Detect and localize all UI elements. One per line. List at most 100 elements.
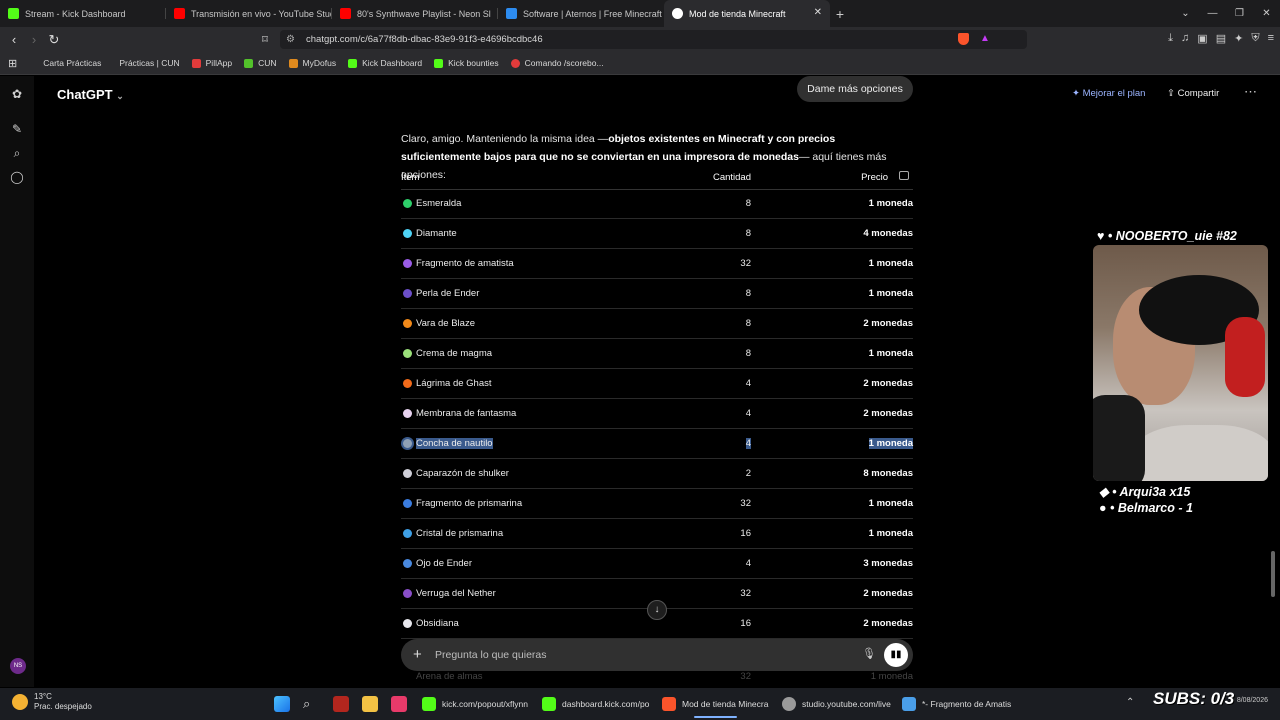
brave-shield-icon[interactable]	[958, 33, 969, 45]
table-row: Caparazón de shulker 2 8 monedas	[401, 459, 913, 489]
close-tab-icon[interactable]: ✕	[814, 7, 822, 18]
windows-start-icon[interactable]	[274, 696, 290, 712]
item-qty: 4	[745, 408, 751, 419]
item-icon	[403, 499, 412, 508]
bookmark-practicas-cun[interactable]: Prácticas | CUN	[119, 58, 179, 68]
bookmark-mydofus[interactable]: MyDofus	[288, 58, 337, 68]
item-name: Diamante	[416, 228, 457, 239]
reload-icon[interactable]: ↻	[44, 32, 64, 48]
bookmark-carta-practicas[interactable]: Carta Prácticas	[43, 58, 101, 68]
openai-logo-icon[interactable]: ✿	[10, 87, 24, 101]
faded-item-name: Arena de almas	[416, 671, 483, 682]
vpn-icon[interactable]: ⛨	[1251, 32, 1259, 45]
more-options-icon[interactable]: ⋯	[1244, 84, 1257, 100]
table-row: Fragmento de amatista 32 1 moneda	[401, 249, 913, 279]
item-name: Ojo de Ender	[416, 558, 472, 569]
page-scrollbar[interactable]	[1271, 551, 1275, 597]
tab-mod-tienda[interactable]: Mod de tienda Minecraft ✕	[664, 0, 830, 27]
mydofus-icon	[288, 58, 298, 68]
taskbar-kick-dashboard[interactable]: dashboard.kick.com/po	[542, 696, 649, 712]
item-icon	[403, 319, 412, 328]
model-selector[interactable]: ChatGPT ⌄	[57, 87, 124, 102]
new-chat-icon[interactable]: ✎	[10, 122, 24, 136]
taskbar-app-label: Mod de tienda Minecra	[682, 699, 769, 709]
taskbar-kick-popout[interactable]: kick.com/popout/xflynn	[422, 696, 528, 712]
menu-icon[interactable]: ≡	[1268, 32, 1274, 45]
microphone-icon[interactable]: 🎙	[862, 647, 876, 660]
minimize-icon[interactable]: —	[1199, 8, 1226, 19]
voice-mode-button[interactable]: ▮▮	[884, 643, 908, 667]
item-price: 2 monedas	[863, 378, 913, 389]
bookmark-comando-scoreboard[interactable]: Comando /scorebo...	[510, 58, 604, 68]
back-icon[interactable]: ‹	[4, 32, 24, 47]
bookmark-pillapp[interactable]: PillApp	[191, 58, 233, 68]
bookmark-kick-dashboard[interactable]: Kick Dashboard	[348, 58, 422, 68]
table-row: Crema de magma 8 1 moneda	[401, 339, 913, 369]
search-icon[interactable]: ⌕	[303, 696, 319, 712]
site-settings-icon[interactable]: ⚙	[286, 34, 298, 45]
clock[interactable]: 8/08/2026	[1237, 696, 1268, 705]
apps-grid-icon[interactable]: ⊞	[8, 57, 17, 70]
restore-icon[interactable]: ❐	[1226, 8, 1253, 19]
top-donor-label: ♥ • NOOBERTO_uie #82	[1097, 229, 1237, 243]
item-name: Fragmento de amatista	[416, 258, 514, 269]
item-qty: 8	[745, 318, 751, 329]
wallet-icon[interactable]: ▤	[1216, 32, 1226, 45]
share-button[interactable]: ⇪ Compartir	[1167, 88, 1219, 99]
item-qty: 4	[745, 558, 751, 569]
youtube-icon	[174, 8, 185, 19]
weather-widget[interactable]: 13°C Prac. despejado	[12, 692, 92, 712]
new-tab-button[interactable]: +	[830, 6, 850, 22]
bookmark-kick-bounties[interactable]: Kick bounties	[434, 58, 499, 68]
search-icon[interactable]: ⌕	[10, 146, 24, 160]
item-qty: 16	[740, 618, 751, 629]
taskbar-app-icon[interactable]	[333, 696, 349, 712]
user-avatar[interactable]: NS	[10, 658, 26, 674]
bookmark-label: PillApp	[205, 58, 233, 68]
scroll-down-button[interactable]: ↓	[647, 600, 667, 620]
sidebar-icon[interactable]: ▣	[1197, 32, 1207, 45]
bookmark-label: Prácticas | CUN	[119, 58, 180, 68]
upgrade-label: Mejorar el plan	[1082, 88, 1146, 99]
leo-icon[interactable]: ✦	[1234, 32, 1243, 45]
bookmark-label: MyDofus	[302, 58, 337, 68]
bookmarks-bar: ⊞ Carta Prácticas Prácticas | CUN PillAp…	[0, 52, 1280, 75]
tab-kick-dashboard[interactable]: Stream - Kick Dashboard	[0, 0, 166, 27]
music-icon[interactable]: ♫	[1181, 32, 1189, 45]
tab-youtube-studio[interactable]: Transmisión en vivo - YouTube Studio	[166, 0, 332, 27]
tab-synthwave-playlist[interactable]: 80's Synthwave Playlist - Neon Sl	[332, 0, 498, 27]
bookmark-icon[interactable]: ⌑	[255, 33, 275, 46]
taskbar-youtube-studio[interactable]: studio.youtube.com/live	[782, 696, 891, 712]
tray-chevron-icon[interactable]: ⌃	[1126, 697, 1134, 708]
copy-table-icon[interactable]	[899, 171, 909, 180]
brave-rewards-icon[interactable]: ▲	[980, 33, 990, 44]
music-app-icon[interactable]	[391, 696, 407, 712]
file-explorer-icon[interactable]	[362, 696, 378, 712]
taskbar-notepad[interactable]: *- Fragmento de Amatis	[902, 696, 1011, 712]
share-label: Compartir	[1177, 88, 1220, 99]
prompt-input[interactable]	[435, 645, 855, 665]
youtube-icon	[340, 8, 351, 19]
bookmark-label: Comando /scorebo...	[524, 58, 604, 68]
bookmark-cun[interactable]: CUN	[244, 58, 277, 68]
user-message-bubble: Dame más opciones	[797, 76, 913, 102]
notepad-icon	[902, 697, 916, 711]
taskbar-brave-active[interactable]: Mod de tienda Minecra	[662, 696, 769, 718]
tab-label: 80's Synthwave Playlist - Neon Sl	[357, 8, 491, 19]
item-qty: 32	[740, 588, 751, 599]
tab-aternos[interactable]: Software | Aternos | Free Minecraft S	[498, 0, 664, 27]
attach-icon[interactable]: +	[413, 646, 422, 663]
kick-icon	[348, 58, 358, 68]
share-icon: ⇪	[1167, 88, 1175, 99]
forward-icon[interactable]: ›	[24, 32, 44, 47]
composer: + 🎙 ▮▮	[401, 639, 913, 671]
item-price: 1 moneda	[868, 438, 913, 449]
url-field[interactable]: ⚙ chatgpt.com/c/6a77f8db-dbac-83e9-91f3-…	[280, 30, 1027, 49]
download-icon[interactable]: ⤓	[1168, 32, 1173, 45]
close-window-icon[interactable]: ✕	[1253, 8, 1280, 19]
chat-history-icon[interactable]: ◯	[10, 170, 24, 184]
upgrade-plan-button[interactable]: ✦ Mejorar el plan	[1072, 88, 1145, 99]
header-qty: Cantidad	[712, 172, 751, 183]
table-row: Ojo de Ender 4 3 monedas	[401, 549, 913, 579]
tab-list-icon[interactable]: ⌄	[1172, 8, 1199, 19]
